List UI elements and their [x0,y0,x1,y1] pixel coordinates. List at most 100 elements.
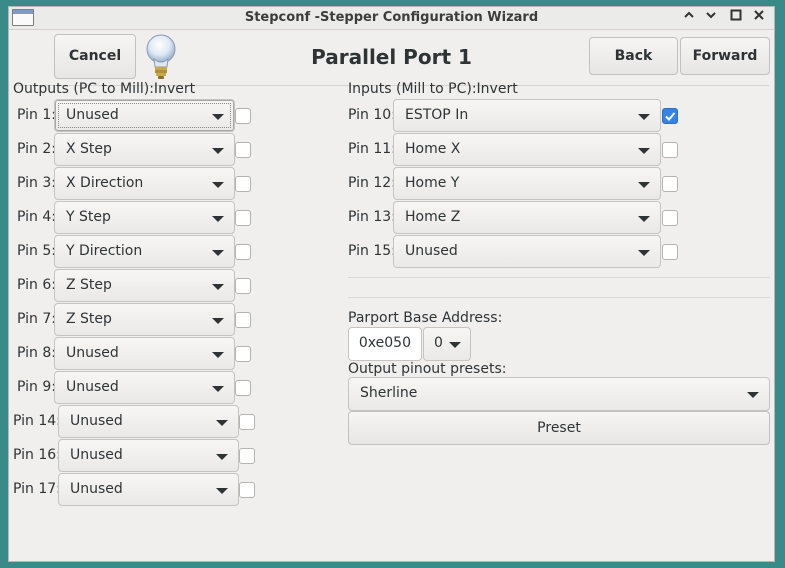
inputs-heading: Inputs (Mill to PC):Invert [348,81,518,97]
window-title: Stepconf -Stepper Configuration Wizard [244,10,539,25]
maximize-icon[interactable] [727,9,745,27]
parport-separator [348,297,770,298]
outputs-pin-select-value: Unused [70,447,123,463]
outputs-pin-select-value: Z Step [66,277,112,293]
parport-base-address-label: Parport Base Address: [348,310,503,326]
outputs-pin-select[interactable]: Unused [54,337,235,370]
outputs-pin-select[interactable]: Z Step [54,303,235,336]
chevron-down-icon [212,284,224,290]
outputs-pin-select-value: X Step [66,141,112,157]
outputs-pin-label: Pin 4: [17,209,56,225]
chevron-down-icon [212,148,224,154]
inputs-pin-select-value: Unused [405,243,458,259]
inputs-pin-select[interactable]: Unused [393,235,661,268]
outputs-pin-select[interactable]: Z Step [54,269,235,302]
inputs-pin-invert-checkbox[interactable] [662,244,678,260]
inputs-pin-label: Pin 10: [348,107,396,123]
parport-index-value: 0 [434,335,443,351]
wizard-header: Cancel Parallel Port 1 Back Forward [9,31,774,83]
outputs-pin-invert-checkbox[interactable] [235,380,251,396]
inputs-pin-select-value: Home X [405,141,461,157]
parport-base-address-value: 0xe050 [358,335,411,351]
outputs-pin-invert-checkbox[interactable] [235,346,251,362]
chevron-down-icon [747,392,759,398]
outputs-pin-label: Pin 9: [17,379,56,395]
chevron-down-icon [216,488,228,494]
outputs-pin-select[interactable]: Unused [58,439,239,472]
outputs-pin-invert-checkbox[interactable] [235,244,251,260]
inputs-pin-select-value: Home Y [405,175,460,191]
minimize-icon[interactable] [680,9,698,27]
outputs-pin-select-value: Y Step [66,209,111,225]
inputs-pin-select[interactable]: Home Y [393,167,661,200]
chevron-down-icon [638,114,650,120]
inputs-pin-select[interactable]: ESTOP In [393,99,661,132]
chevron-down-icon [212,114,224,120]
outputs-pin-label: Pin 14: [13,413,61,429]
outputs-pin-invert-checkbox[interactable] [235,278,251,294]
forward-button[interactable]: Forward [680,37,770,75]
outputs-pin-label: Pin 2: [17,141,56,157]
outputs-pin-label: Pin 8: [17,345,56,361]
outputs-pin-label: Pin 16: [13,447,61,463]
parport-base-address-input[interactable]: 0xe050 [348,327,422,361]
preset-select[interactable]: Sherline [348,377,770,411]
outputs-pin-invert-checkbox[interactable] [239,448,255,464]
chevron-down-icon [216,420,228,426]
outputs-pin-invert-checkbox[interactable] [235,176,251,192]
inputs-pin-select[interactable]: Home Z [393,201,661,234]
chevron-down-icon [638,182,650,188]
presets-label: Output pinout presets: [348,361,507,377]
back-button[interactable]: Back [589,37,678,75]
outputs-pin-select[interactable]: X Direction [54,167,235,200]
outputs-pin-invert-checkbox[interactable] [235,142,251,158]
outputs-pin-select-value: Unused [66,107,119,123]
inputs-pin-invert-checkbox[interactable] [662,210,678,226]
outputs-pin-label: Pin 7: [17,311,56,327]
outputs-pin-select[interactable]: Unused [54,371,235,404]
outputs-pin-invert-checkbox[interactable] [239,414,255,430]
wizard-window: Stepconf -Stepper Configuration Wizard C… [8,6,775,562]
inputs-pin-select-value: ESTOP In [405,107,469,123]
inputs-pin-select[interactable]: Home X [393,133,661,166]
chevron-down-icon [638,148,650,154]
outputs-pin-select[interactable]: Y Direction [54,235,235,268]
inputs-pin-label: Pin 12: [348,175,396,191]
outputs-pin-select[interactable]: Unused [54,99,235,132]
outputs-pin-invert-checkbox[interactable] [235,312,251,328]
inputs-pin-label: Pin 13: [348,209,396,225]
outputs-pin-select[interactable]: Unused [58,473,239,506]
outputs-pin-select[interactable]: Y Step [54,201,235,234]
outputs-pin-select-value: Z Step [66,311,112,327]
chevron-down-icon [212,250,224,256]
outputs-pin-label: Pin 5: [17,243,56,259]
outputs-pin-invert-checkbox[interactable] [235,210,251,226]
inputs-pin-invert-checkbox[interactable] [662,108,678,124]
outputs-pin-select[interactable]: X Step [54,133,235,166]
outputs-pin-select-value: Unused [70,413,123,429]
outputs-pin-label: Pin 1: [17,107,56,123]
chevron-down-icon [638,216,650,222]
parport-index-select[interactable]: 0 [423,327,471,361]
outputs-pin-select[interactable]: Unused [58,405,239,438]
inputs-pin-invert-checkbox[interactable] [662,176,678,192]
outputs-pin-invert-checkbox[interactable] [239,482,255,498]
shade-icon[interactable] [702,9,720,27]
chevron-down-icon [212,182,224,188]
preset-select-value: Sherline [360,385,418,401]
chevron-down-icon [212,352,224,358]
outputs-heading: Outputs (PC to Mill):Invert [13,81,196,97]
inputs-pin-label: Pin 11: [348,141,396,157]
chevron-down-icon [212,386,224,392]
preset-button[interactable]: Preset [348,411,770,445]
inputs-pin-select-value: Home Z [405,209,461,225]
checkmark-icon [665,112,676,121]
title-bar[interactable]: Stepconf -Stepper Configuration Wizard [9,7,774,30]
inputs-pin-invert-checkbox[interactable] [662,142,678,158]
inputs-pin-label: Pin 15: [348,243,396,259]
outputs-pin-select-value: Unused [66,379,119,395]
chevron-down-icon [212,216,224,222]
close-icon[interactable] [750,9,768,27]
outputs-pin-invert-checkbox[interactable] [235,108,251,124]
chevron-down-icon [212,318,224,324]
